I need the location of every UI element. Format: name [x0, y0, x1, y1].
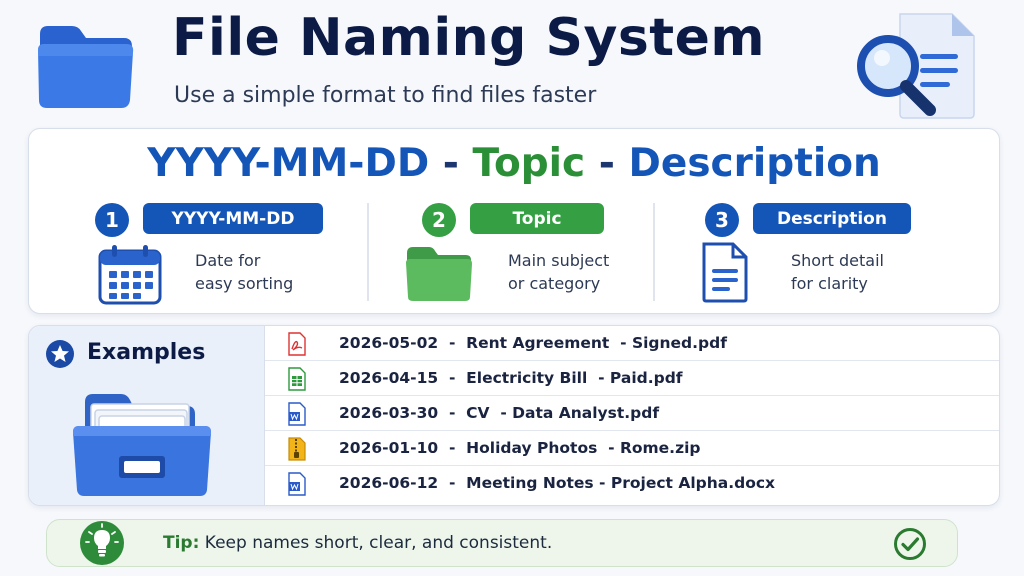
pattern-description: Description [628, 141, 881, 186]
example-row[interactable]: 2026-01-10 - Holiday Photos - Rome.zip [265, 431, 999, 466]
step-number-badge: 2 [422, 203, 456, 237]
example-filename: 2026-05-02 - Rent Agreement - Signed.pdf [339, 334, 727, 352]
green-folder-icon [406, 247, 472, 301]
step-number-badge: 1 [95, 203, 129, 237]
column-divider [367, 203, 369, 301]
date-label-pill: YYYY-MM-DD [143, 203, 323, 234]
example-row[interactable]: 2026-05-02 - Rent Agreement - Signed.pdf [265, 326, 999, 361]
example-row[interactable]: 2026-04-15 - Electricity Bill - Paid.pdf [265, 361, 999, 396]
star-icon [46, 340, 74, 368]
pattern-separator: - [585, 141, 629, 186]
word-doc-icon [288, 402, 306, 426]
file-cabinet-icon [73, 394, 211, 496]
tip-label: Tip: [163, 533, 200, 553]
word-doc-icon [288, 472, 306, 496]
example-filename: 2026-03-30 - CV - Data Analyst.pdf [339, 404, 660, 422]
format-column-topic: 2 Topic Main subject or category [406, 199, 732, 307]
spreadsheet-icon [288, 367, 306, 391]
magnifier-document-icon [857, 13, 975, 119]
document-icon [702, 242, 748, 303]
examples-title: Examples [87, 340, 206, 365]
examples-panel: Examples [29, 326, 265, 505]
format-column-description: 3 Description Short detail for clarity [702, 199, 1015, 307]
examples-card: Examples 2026-05-02 - Rent Agreement - S… [28, 325, 1000, 506]
column-divider [653, 203, 655, 301]
description-label-pill: Description [753, 203, 911, 234]
zip-icon [288, 437, 306, 461]
pdf-icon [288, 332, 306, 356]
format-pattern: YYYY-MM-DD - Topic - Description [29, 141, 999, 186]
format-column-date: 1 YYYY-MM-DD Date for easy sorting [95, 199, 405, 307]
pattern-date: YYYY-MM-DD [147, 141, 430, 186]
blue-folder-icon [38, 26, 134, 108]
step-number-badge: 3 [705, 203, 739, 237]
tip-bar: Tip: Keep names short, clear, and consis… [46, 519, 958, 567]
pattern-separator: - [429, 141, 473, 186]
page-subtitle: Use a simple format to find files faster [174, 83, 597, 108]
pattern-topic: Topic [472, 141, 586, 186]
tip-message: Keep names short, clear, and consistent. [199, 533, 553, 553]
checkmark-icon [894, 528, 926, 560]
date-description: Date for easy sorting [195, 251, 294, 293]
description-description: Short detail for clarity [791, 251, 884, 293]
calendar-icon [98, 245, 162, 305]
tip-text: Tip: Keep names short, clear, and consis… [163, 533, 552, 553]
example-filename: 2026-06-12 - Meeting Notes - Project Alp… [339, 474, 776, 492]
page-title: File Naming System [172, 8, 766, 68]
lightbulb-icon [80, 521, 124, 565]
example-filename: 2026-04-15 - Electricity Bill - Paid.pdf [339, 369, 683, 387]
topic-description: Main subject or category [508, 251, 610, 293]
example-filename: 2026-01-10 - Holiday Photos - Rome.zip [339, 439, 701, 457]
example-row[interactable]: 2026-03-30 - CV - Data Analyst.pdf [265, 396, 999, 431]
topic-label-pill: Topic [470, 203, 604, 234]
format-card: YYYY-MM-DD - Topic - Description 1 YYYY-… [28, 128, 1000, 314]
example-row[interactable]: 2026-06-12 - Meeting Notes - Project Alp… [265, 466, 999, 501]
